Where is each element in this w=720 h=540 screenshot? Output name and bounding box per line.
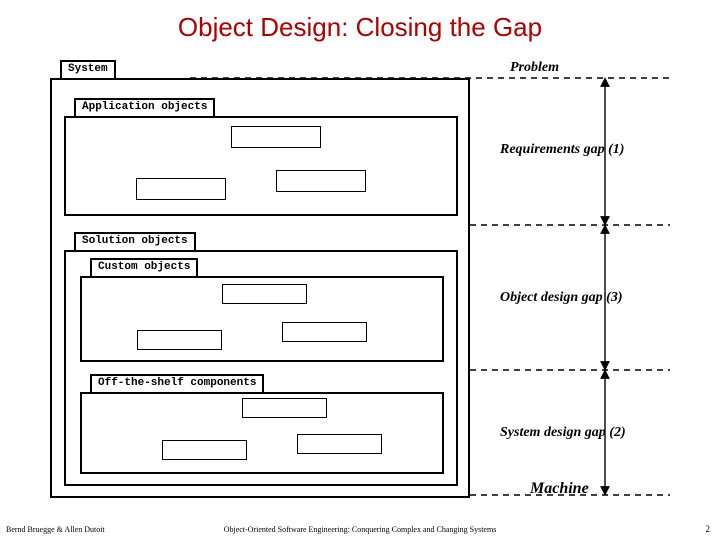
- folder-solution: Solution objects Custom objects Off-the-…: [64, 250, 458, 486]
- folder-custom: Custom objects: [80, 276, 444, 362]
- folder-solution-tab: Solution objects: [74, 232, 196, 250]
- folder-custom-tab: Custom objects: [90, 258, 198, 276]
- folder-system-tab: System: [60, 60, 116, 78]
- folder-offshelf-tab: Off-the-shelf components: [90, 374, 264, 392]
- ots-box-top: [242, 398, 327, 418]
- custom-box-left: [137, 330, 222, 350]
- folder-system: System Application objects Solution obje…: [50, 78, 470, 498]
- ots-box-left: [162, 440, 247, 460]
- label-obj-gap: Object design gap (3): [500, 290, 622, 306]
- folder-offshelf: Off-the-shelf components: [80, 392, 444, 474]
- folder-application-tab: Application objects: [74, 98, 215, 116]
- ots-box-right: [297, 434, 382, 454]
- label-problem: Problem: [510, 60, 559, 76]
- label-machine: Machine: [530, 480, 589, 498]
- footer-page: 2: [706, 524, 711, 534]
- custom-box-right: [282, 322, 367, 342]
- app-box-left: [136, 178, 226, 200]
- custom-box-top: [222, 284, 307, 304]
- diagram-stage: System Application objects Solution obje…: [50, 60, 670, 500]
- label-req-gap: Requirements gap (1): [500, 142, 624, 158]
- app-box-right: [276, 170, 366, 192]
- footer-book: Object-Oriented Software Engineering: Co…: [0, 525, 720, 534]
- folder-application: Application objects: [64, 116, 458, 216]
- slide-title: Object Design: Closing the Gap: [0, 0, 720, 43]
- app-box-top: [231, 126, 321, 148]
- label-sys-gap: System design gap (2): [500, 425, 626, 441]
